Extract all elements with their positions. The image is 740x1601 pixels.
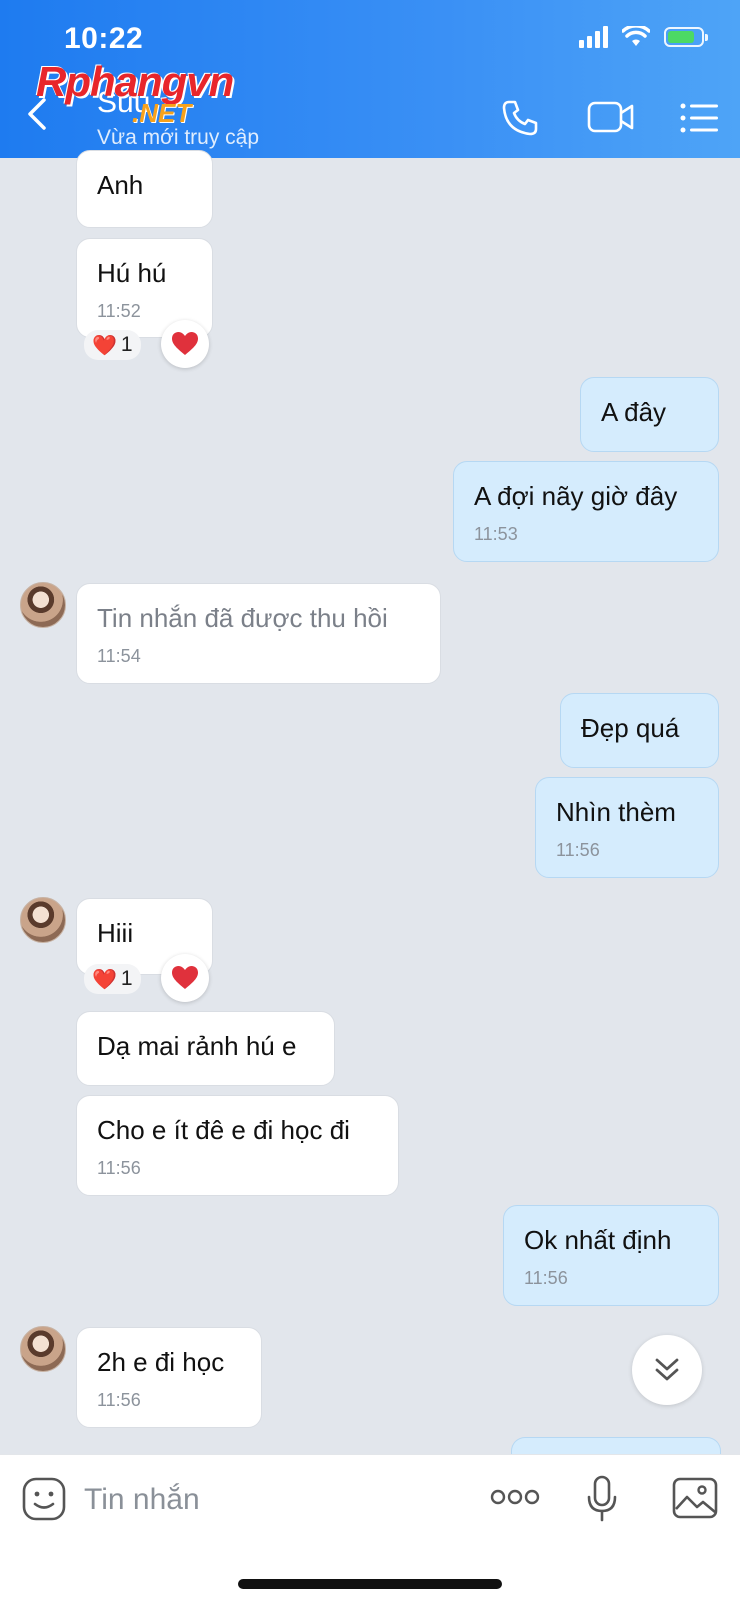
message-bubble-incoming[interactable]: Cho e ít đê e đi học đi 11:56	[76, 1095, 399, 1196]
react-heart-button[interactable]	[161, 320, 209, 368]
contact-status: Vừa mới truy cập	[97, 126, 260, 149]
avatar[interactable]	[20, 582, 66, 628]
message-text: Nhìn thèm	[556, 797, 676, 827]
message-time: 11:56	[97, 1158, 141, 1178]
wifi-icon	[622, 26, 650, 46]
video-camera-icon[interactable]	[587, 100, 635, 134]
message-text: Dạ mai rảnh hú e	[97, 1031, 297, 1061]
heart-icon: ❤️	[92, 968, 117, 991]
avatar[interactable]	[20, 1326, 66, 1372]
status-time: 10:22	[64, 22, 144, 55]
message-text: Ok nhất định	[524, 1225, 672, 1255]
chat-header: 10:22 Suu Vừa mới truy cập Rphangvn .NET	[0, 0, 740, 158]
battery-icon	[664, 27, 708, 47]
message-time: 11:56	[97, 1390, 141, 1410]
message-text: Đẹp quá	[581, 713, 680, 743]
heart-icon	[172, 332, 198, 355]
image-icon[interactable]	[672, 1477, 718, 1519]
message-bubble-incoming[interactable]: Anh	[76, 150, 213, 228]
message-bubble-incoming[interactable]: Dạ mai rảnh hú e	[76, 1011, 335, 1086]
avatar[interactable]	[20, 897, 66, 943]
message-time: 11:56	[524, 1268, 568, 1288]
signal-icon	[579, 26, 608, 48]
message-text: Cho e ít đê e đi học đi	[97, 1115, 350, 1145]
message-text: A đợi nãy giờ đây	[474, 481, 678, 511]
watermark-logo-sub: .NET	[132, 98, 192, 128]
message-text: Anh	[97, 170, 144, 200]
message-bubble-outgoing[interactable]: A đây	[580, 377, 719, 452]
message-text: Hiii	[97, 918, 134, 948]
message-bubble-outgoing[interactable]: Đẹp quá	[560, 693, 719, 768]
message-time: 11:54	[97, 646, 141, 666]
reaction-summary[interactable]: ❤️ 1	[84, 330, 141, 360]
scroll-down-icon	[655, 1358, 679, 1381]
heart-icon: ❤️	[92, 334, 117, 357]
menu-list-icon[interactable]	[680, 102, 720, 134]
message-composer: Tin nhắn	[0, 1454, 740, 1601]
phone-icon[interactable]	[500, 98, 540, 138]
message-bubble-outgoing[interactable]: Nhìn thèm 11:56	[535, 777, 719, 878]
message-text: A đây	[601, 397, 667, 427]
message-bubble-incoming[interactable]: 2h e đi học 11:56	[76, 1327, 262, 1428]
reaction-summary[interactable]: ❤️ 1	[84, 964, 141, 994]
message-time: 11:53	[474, 524, 518, 544]
message-text: Hú hú	[97, 258, 167, 288]
message-time: 11:52	[97, 301, 141, 321]
status-icons	[579, 26, 708, 48]
message-bubble-outgoing[interactable]: Ok nhất định 11:56	[503, 1205, 719, 1306]
react-heart-button[interactable]	[161, 954, 209, 1002]
message-bubble-incoming[interactable]: Tin nhắn đã được thu hồi 11:54	[76, 583, 441, 684]
more-icon[interactable]	[490, 1487, 540, 1507]
home-indicator	[238, 1579, 502, 1589]
reaction-count: 1	[120, 967, 133, 990]
message-input[interactable]: Tin nhắn	[84, 1483, 200, 1517]
message-text-recalled: Tin nhắn đã được thu hồi	[97, 603, 388, 633]
message-text: 2h e đi học	[97, 1347, 225, 1377]
message-time: 11:56	[556, 840, 600, 860]
reaction-count: 1	[120, 333, 133, 356]
message-bubble-outgoing[interactable]: A đợi nãy giờ đây 11:53	[453, 461, 719, 562]
scroll-to-bottom-button[interactable]	[632, 1335, 702, 1405]
microphone-icon[interactable]	[586, 1475, 618, 1523]
emoji-icon[interactable]	[22, 1477, 66, 1521]
heart-icon	[172, 966, 198, 989]
